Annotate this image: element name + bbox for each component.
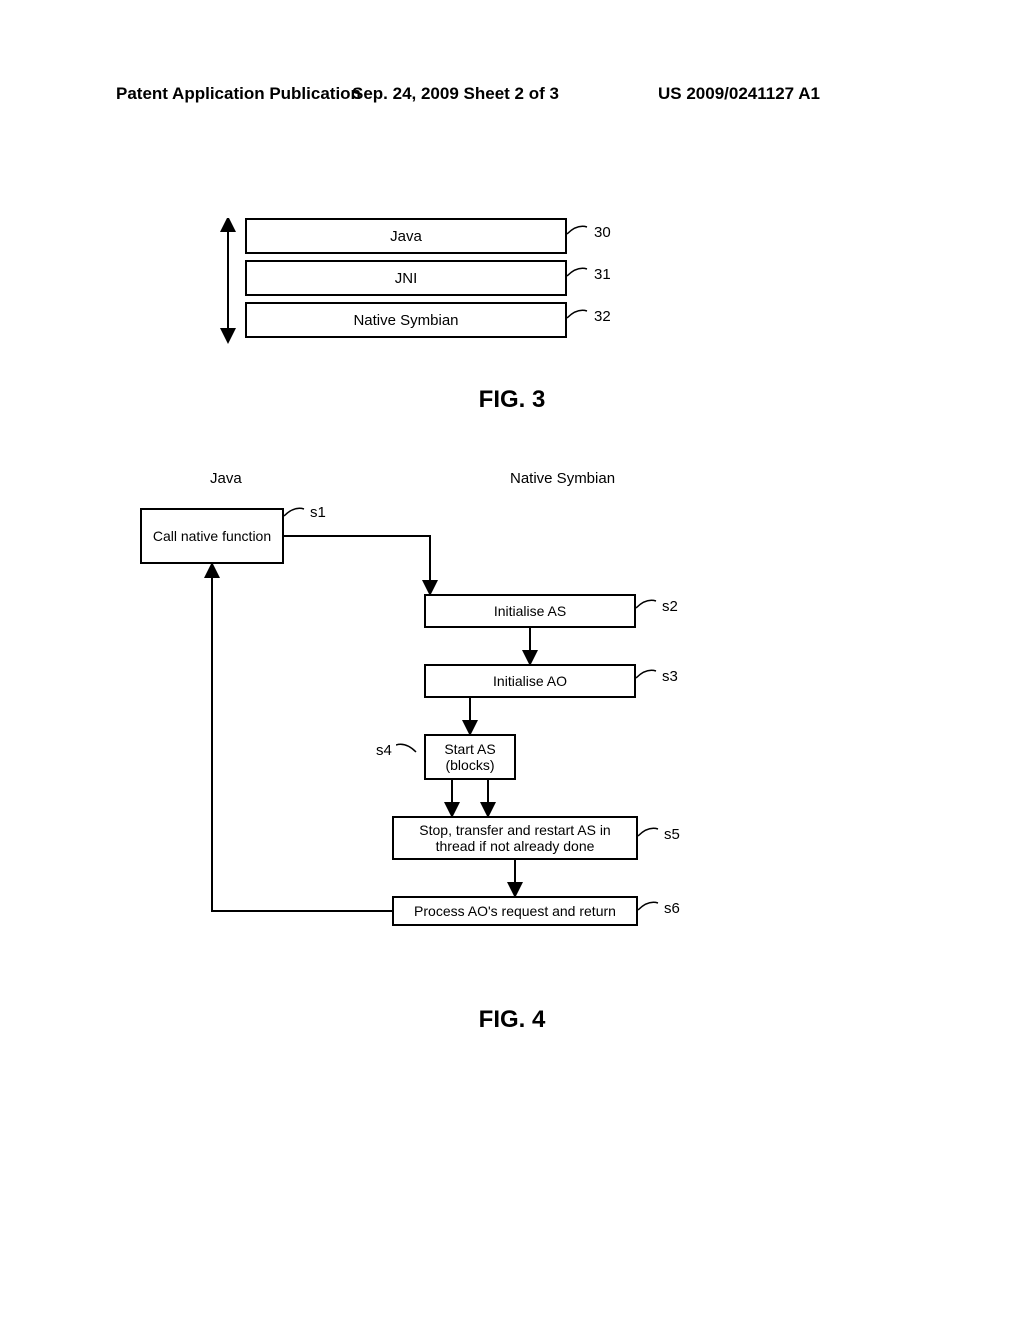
fig3-layer-jni: JNI [245, 260, 567, 296]
fig3-native-label: Native Symbian [353, 312, 458, 329]
fig3-java-label: Java [390, 228, 422, 245]
fig3-ref-32: 32 [594, 308, 611, 325]
fig4-flow-arrows [0, 470, 750, 940]
fig4-caption: FIG. 4 [0, 1006, 1024, 1034]
header-right-text: US 2009/0241127 A1 [658, 84, 820, 104]
header-center-text: Sep. 24, 2009 Sheet 2 of 3 [352, 84, 559, 104]
fig3-layer-native: Native Symbian [245, 302, 567, 338]
header-left-text: Patent Application Publication [116, 84, 361, 104]
fig3-ref-31: 31 [594, 266, 611, 283]
fig3-ref-30: 30 [594, 224, 611, 241]
fig3-layer-java: Java [245, 218, 567, 254]
fig3-bidirectional-arrow [208, 218, 248, 344]
fig3-caption: FIG. 3 [0, 386, 1024, 414]
fig3-jni-label: JNI [395, 270, 418, 287]
